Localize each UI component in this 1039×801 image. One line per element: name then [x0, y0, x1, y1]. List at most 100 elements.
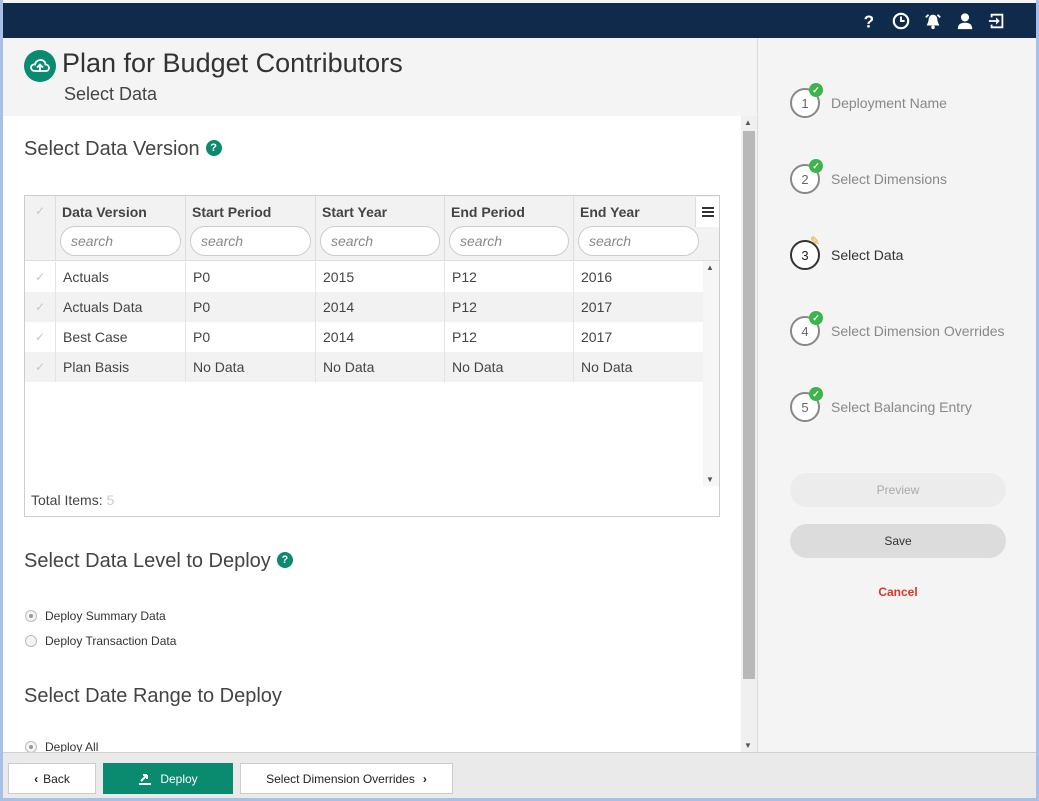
col-data-version[interactable]: Data Version search: [55, 196, 185, 261]
cell-end-period: P12: [444, 292, 573, 322]
data-version-title-text: Select Data Version: [24, 138, 200, 160]
back-label: Back: [43, 771, 70, 786]
radio-label: Deploy Summary Data: [45, 609, 166, 623]
deploy-label: Deploy: [160, 771, 198, 786]
cell-end-period: P12: [444, 322, 573, 352]
logout-icon[interactable]: [986, 10, 1008, 32]
data-version-section-title: Select Data Version?: [24, 138, 222, 161]
cell-data-version: Plan Basis: [55, 352, 185, 382]
table-row[interactable]: ✓ Actuals Data P0 2014 P12 2017: [25, 292, 703, 322]
chevron-left-icon: ‹: [34, 771, 39, 786]
step-label: Deployment Name: [831, 95, 947, 111]
checkmark-icon: ✓: [35, 204, 46, 218]
search-start-year-input[interactable]: search: [320, 226, 440, 256]
help-icon[interactable]: ?: [858, 10, 880, 32]
help-circle-icon[interactable]: ?: [205, 139, 222, 156]
total-items-count: 5: [106, 492, 115, 508]
cell-start-period: P0: [185, 322, 315, 352]
cell-start-year: No Data: [315, 352, 444, 382]
column-header-label: Start Period: [192, 204, 272, 220]
search-start-period-input[interactable]: search: [190, 226, 311, 256]
col-end-year[interactable]: End Year search: [573, 196, 703, 261]
check-circle-icon: ✓: [809, 159, 823, 173]
save-button[interactable]: Save: [790, 524, 1006, 558]
search-end-period-input[interactable]: search: [449, 226, 569, 256]
cell-data-version: Best Case: [55, 322, 185, 352]
next-step-button[interactable]: Select Dimension Overrides ›: [240, 763, 453, 794]
checkmark-icon[interactable]: ✓: [35, 300, 45, 314]
deploy-button[interactable]: Deploy: [103, 763, 233, 794]
cell-start-year: 2015: [315, 262, 444, 292]
grid-scrollbar[interactable]: ▲ ▼: [703, 261, 719, 486]
scroll-thumb[interactable]: [743, 131, 755, 679]
scroll-up-icon[interactable]: ▲: [706, 263, 714, 272]
check-circle-icon: ✓: [809, 311, 823, 325]
cell-start-period: P0: [185, 262, 315, 292]
cell-start-year: 2014: [315, 322, 444, 352]
radio-dot[interactable]: [25, 635, 37, 647]
svg-text:?: ?: [864, 12, 874, 30]
scroll-down-icon[interactable]: ▼: [706, 475, 714, 484]
check-circle-icon: ✓: [809, 83, 823, 97]
check-circle-icon: ✓: [809, 387, 823, 401]
grid-header: ✓ Data Version search Start Period searc…: [25, 196, 719, 261]
content-area: Select Data Version? ✓ Data Version sear…: [3, 116, 741, 752]
cancel-button[interactable]: Cancel: [790, 575, 1006, 609]
chevron-right-icon: ›: [422, 771, 427, 786]
wizard-sidebar: 1 ✓ Deployment Name 2 ✓ Select Dimension…: [757, 38, 1036, 752]
deploy-icon: [138, 773, 152, 785]
column-header-label: Start Year: [322, 204, 388, 220]
checkmark-icon[interactable]: ✓: [35, 270, 45, 284]
cell-start-period: P0: [185, 292, 315, 322]
total-items: Total Items: 5: [31, 492, 114, 508]
radio-deploy-summary[interactable]: Deploy Summary Data: [25, 609, 166, 623]
table-row[interactable]: ✓ Best Case P0 2014 P12 2017: [25, 322, 703, 352]
cell-start-period: No Data: [185, 352, 315, 382]
column-menu-icon[interactable]: [695, 197, 719, 227]
cell-start-year: 2014: [315, 292, 444, 322]
data-version-grid: ✓ Data Version search Start Period searc…: [24, 195, 720, 517]
radio-dot[interactable]: [25, 741, 37, 752]
radio-dot[interactable]: [25, 610, 37, 622]
checkmark-icon[interactable]: ✓: [35, 360, 45, 374]
pencil-icon: ✎: [810, 234, 821, 248]
scroll-down-icon[interactable]: ▼: [744, 741, 752, 750]
step-label: Select Dimension Overrides: [831, 323, 1005, 339]
cell-end-year: No Data: [573, 352, 703, 382]
radio-deploy-transaction[interactable]: Deploy Transaction Data: [25, 634, 176, 648]
back-button[interactable]: ‹ Back: [8, 763, 96, 794]
history-icon[interactable]: [890, 10, 912, 32]
next-step-label: Select Dimension Overrides: [266, 771, 415, 786]
search-end-year-input[interactable]: search: [578, 226, 699, 256]
table-row[interactable]: ✓ Actuals P0 2015 P12 2016: [25, 262, 703, 292]
radio-label: Deploy All: [45, 740, 99, 752]
content-scrollbar[interactable]: ▲ ▼: [741, 116, 757, 752]
scroll-up-icon[interactable]: ▲: [744, 118, 752, 127]
data-level-title-text: Select Data Level to Deploy: [24, 550, 271, 572]
total-items-label: Total Items:: [31, 492, 103, 508]
preview-button[interactable]: Preview: [790, 473, 1006, 507]
cell-end-year: 2016: [573, 262, 703, 292]
radio-label: Deploy Transaction Data: [45, 634, 177, 648]
cell-end-year: 2017: [573, 292, 703, 322]
cell-end-period: P12: [444, 262, 573, 292]
page-title: Plan for Budget Contributors: [62, 48, 403, 78]
table-row[interactable]: ✓ Plan Basis No Data No Data No Data No …: [25, 352, 703, 382]
alarm-icon[interactable]: [922, 10, 944, 32]
col-start-period[interactable]: Start Period search: [185, 196, 315, 261]
col-start-year[interactable]: Start Year search: [315, 196, 444, 261]
top-bar: ?: [3, 3, 1036, 38]
col-end-period[interactable]: End Period search: [444, 196, 573, 261]
step-label: Select Data: [831, 247, 904, 263]
help-circle-icon[interactable]: ?: [276, 551, 293, 568]
step-label: Select Balancing Entry: [831, 399, 972, 415]
main-panel: Plan for Budget Contributors Select Data…: [3, 38, 757, 752]
date-range-section-title: Select Date Range to Deploy: [24, 685, 282, 707]
user-icon[interactable]: [954, 10, 976, 32]
checkmark-icon[interactable]: ✓: [35, 330, 45, 344]
cloud-upload-icon: [24, 50, 56, 82]
column-header-label: End Period: [451, 204, 525, 220]
search-data-version-input[interactable]: search: [60, 226, 181, 256]
radio-deploy-all[interactable]: Deploy All: [25, 740, 98, 752]
header-select-all[interactable]: ✓: [25, 196, 55, 261]
